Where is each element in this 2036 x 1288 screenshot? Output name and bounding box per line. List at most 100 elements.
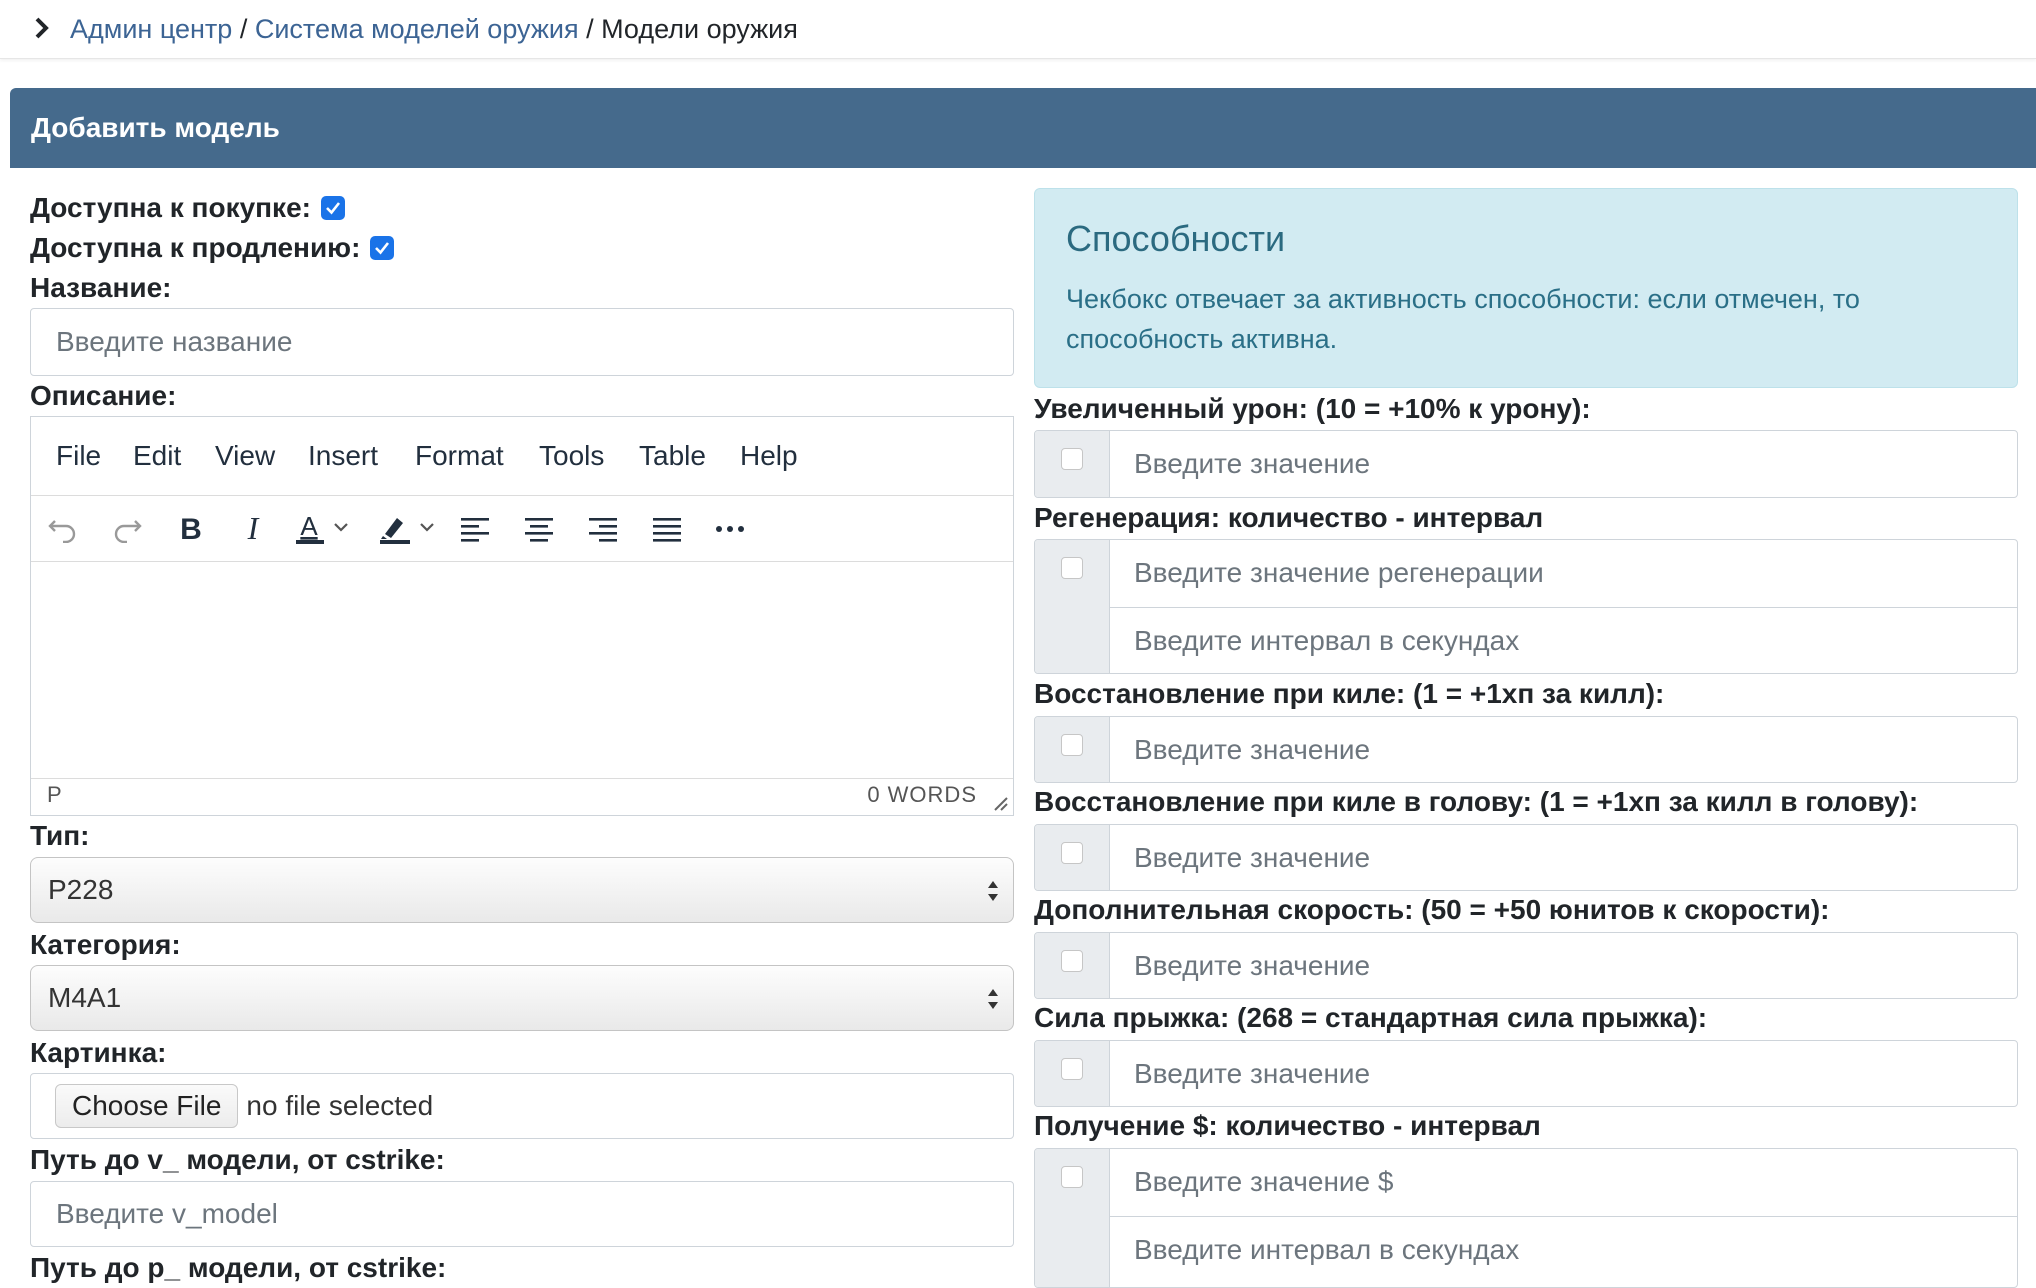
editor-toolbar: B I A [31, 495, 1013, 562]
breadcrumb-separator: / [586, 14, 594, 44]
breadcrumb-separator: / [239, 14, 248, 44]
menu-format[interactable]: Format [415, 439, 504, 473]
breadcrumb-current: Модели оружия [601, 14, 798, 44]
menu-tools[interactable]: Tools [539, 439, 604, 473]
renew-row: Доступна к продлению: [30, 231, 395, 265]
headshot-heal-label: Восстановление при киле в голову: (1 = +… [1034, 786, 1919, 817]
resize-handle-icon[interactable] [991, 794, 1009, 812]
money-label: Получение $: количество - интервал [1034, 1110, 1541, 1141]
category-select-value: M4A1 [48, 982, 122, 1013]
checkbox-addon [1035, 431, 1110, 497]
breadcrumb-link-weapon-system[interactable]: Система моделей оружия [255, 14, 579, 44]
speed-input-group: Введите значение [1034, 932, 2018, 999]
purchase-label: Доступна к покупке: [30, 192, 311, 223]
vmodel-input[interactable]: Введите v_model [30, 1181, 1014, 1247]
abilities-description: Чекбокс отвечает за активность способнос… [1066, 284, 1860, 354]
kill-heal-input[interactable]: Введите значение [1109, 717, 2017, 782]
kill-heal-label: Восстановление при киле: (1 = +1хп за ки… [1034, 678, 1665, 709]
regen-interval-input[interactable]: Введите интервал в секундах [1109, 607, 2017, 673]
align-justify-icon[interactable] [647, 511, 687, 547]
jump-input[interactable]: Введите значение [1109, 1041, 2017, 1106]
checkbox-addon [1035, 825, 1110, 890]
abilities-title: Способности [1066, 218, 1286, 259]
name-label: Название: [30, 272, 172, 303]
speed-input[interactable]: Введите значение [1109, 933, 2017, 998]
name-input[interactable]: Введите название [30, 308, 1014, 376]
damage-input-group: Введите значение [1034, 430, 2018, 498]
editor-statusbar: P 0 WORDS [31, 778, 1013, 815]
svg-text:B: B [180, 514, 202, 544]
breadcrumb-link-admin[interactable]: Админ центр [70, 14, 232, 44]
more-icon[interactable] [710, 511, 750, 547]
regen-checkbox[interactable] [1061, 557, 1083, 579]
check-icon [375, 242, 390, 255]
svg-text:A: A [300, 512, 318, 541]
kill-heal-checkbox[interactable] [1061, 734, 1083, 756]
checkbox-addon [1035, 717, 1110, 782]
regen-input-group: Введите значение регенерации Введите инт… [1034, 539, 2018, 674]
pmodel-label: Путь до p_ модели, от cstrike: [30, 1252, 447, 1283]
speed-checkbox[interactable] [1061, 950, 1083, 972]
money-value-input[interactable]: Введите значение $ [1109, 1149, 2017, 1215]
align-left-icon[interactable] [455, 511, 495, 547]
bold-icon[interactable]: B [171, 511, 211, 547]
select-arrows-icon [988, 881, 998, 901]
chevron-right-icon [35, 17, 49, 39]
speed-label: Дополнительная скорость: (50 = +50 юнито… [1034, 894, 1830, 925]
editor-content-area[interactable] [31, 561, 1013, 779]
kill-heal-input-group: Введите значение [1034, 716, 2018, 783]
regen-value-input[interactable]: Введите значение регенерации [1109, 540, 2017, 606]
breadcrumb-bar: Админ центр / Система моделей оружия / М… [0, 0, 2036, 59]
highlight-color-icon[interactable] [377, 511, 443, 547]
checkbox-addon [1035, 1041, 1110, 1106]
undo-icon[interactable] [43, 511, 83, 547]
menu-view[interactable]: View [215, 439, 275, 473]
renew-checkbox[interactable] [370, 236, 395, 260]
damage-checkbox[interactable] [1061, 448, 1083, 470]
jump-checkbox[interactable] [1061, 1058, 1083, 1080]
redo-icon[interactable] [107, 511, 147, 547]
breadcrumb: Админ центр / Система моделей оружия / М… [70, 13, 798, 45]
select-arrows-icon [988, 989, 998, 1009]
headshot-heal-checkbox[interactable] [1061, 842, 1083, 864]
jump-label: Сила прыжка: (268 = стандартная сила пры… [1034, 1002, 1708, 1033]
align-right-icon[interactable] [583, 511, 623, 547]
regen-label: Регенерация: количество - интервал [1034, 502, 1544, 533]
renew-label: Доступна к продлению: [30, 232, 361, 263]
damage-input[interactable]: Введите значение [1109, 431, 2017, 497]
text-color-icon[interactable]: A [293, 511, 359, 547]
choose-file-button[interactable]: Choose File [55, 1084, 239, 1128]
menu-help[interactable]: Help [740, 439, 798, 473]
category-select[interactable]: M4A1 [30, 965, 1014, 1031]
menu-file[interactable]: File [56, 439, 101, 473]
menu-insert[interactable]: Insert [308, 439, 378, 473]
category-label: Категория: [30, 929, 181, 960]
damage-label: Увеличенный урон: (10 = +10% к урону): [1034, 393, 1591, 424]
file-status-text: no file selected [246, 1090, 434, 1121]
image-file-input[interactable]: Choose File no file selected [30, 1073, 1014, 1139]
rich-text-editor[interactable]: File Edit View Insert Format Tools Table… [30, 416, 1014, 816]
image-label: Картинка: [30, 1037, 167, 1068]
editor-word-count[interactable]: 0 WORDS [867, 782, 977, 808]
checkbox-addon [1035, 1149, 1110, 1287]
menu-edit[interactable]: Edit [133, 439, 181, 473]
money-input-group: Введите значение $ Введите интервал в се… [1034, 1148, 2018, 1288]
money-interval-input[interactable]: Введите интервал в секундах [1109, 1216, 2017, 1283]
type-select-value: P228 [48, 874, 114, 905]
purchase-checkbox[interactable] [320, 196, 345, 220]
editor-element-path[interactable]: P [47, 782, 62, 808]
type-select[interactable]: P228 [30, 857, 1014, 923]
check-icon [326, 202, 341, 215]
editor-menubar: File Edit View Insert Format Tools Table… [31, 417, 1013, 496]
italic-icon[interactable]: I [233, 511, 273, 547]
jump-input-group: Введите значение [1034, 1040, 2018, 1107]
money-checkbox[interactable] [1061, 1166, 1083, 1188]
menu-table[interactable]: Table [639, 439, 706, 473]
card-header: Добавить модель [10, 88, 2036, 168]
headshot-heal-input[interactable]: Введите значение [1109, 825, 2017, 890]
description-label: Описание: [30, 380, 177, 411]
abilities-info-box: Способности Чекбокс отвечает за активнос… [1034, 188, 2018, 388]
checkbox-addon [1035, 540, 1110, 673]
align-center-icon[interactable] [519, 511, 559, 547]
checkbox-addon [1035, 933, 1110, 998]
